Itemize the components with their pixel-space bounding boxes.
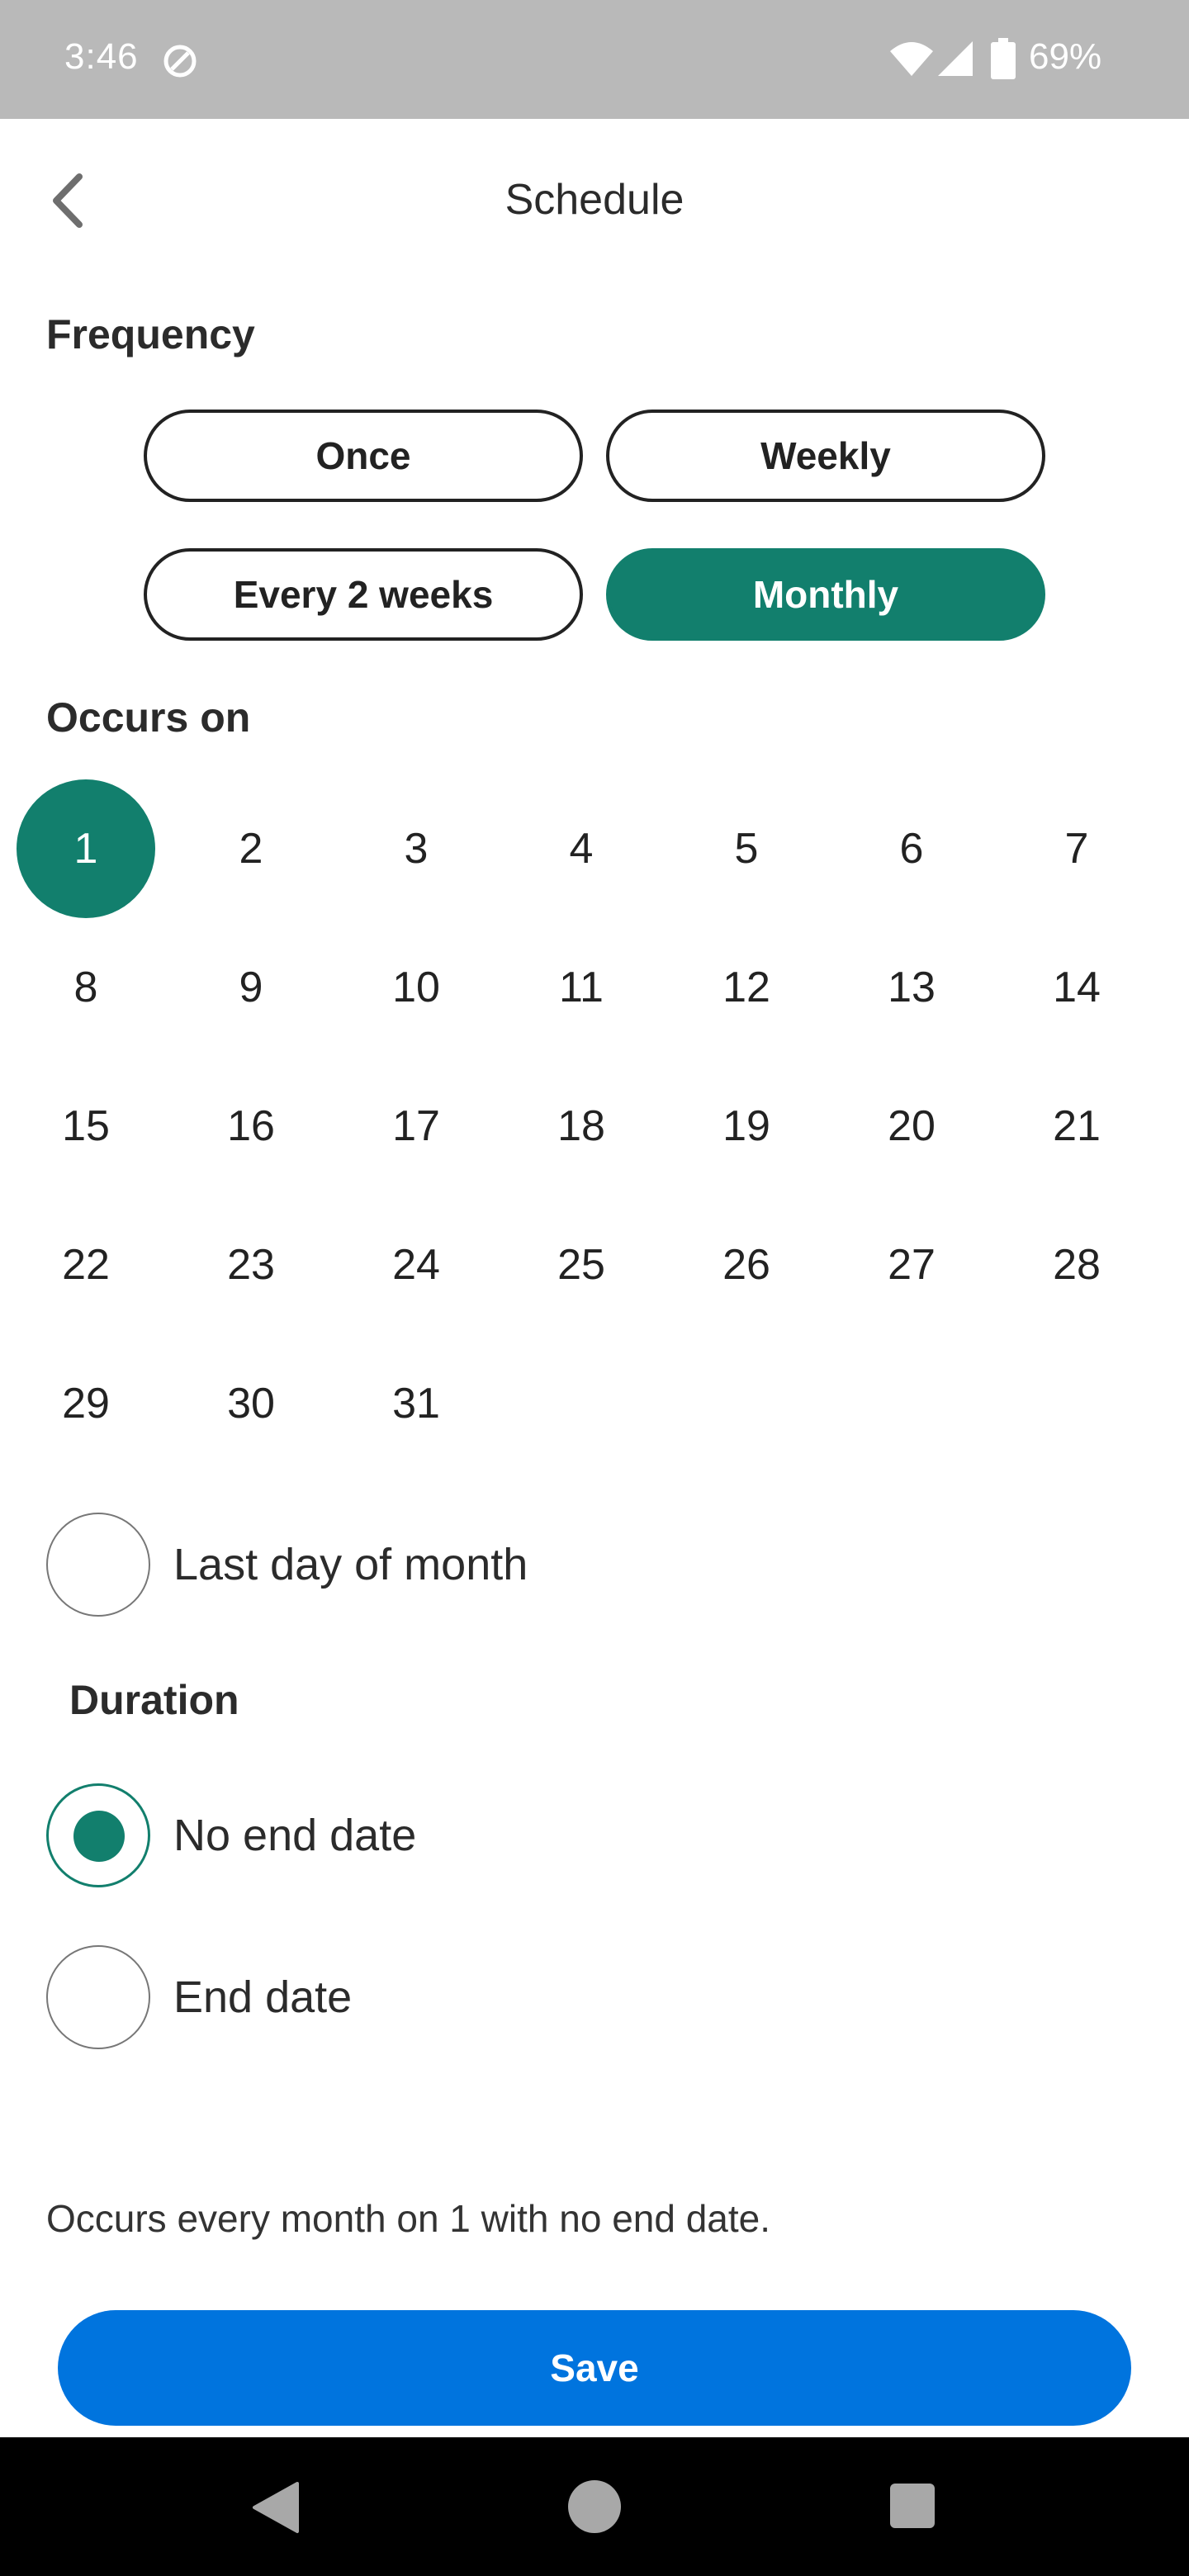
nav-back-icon[interactable]	[251, 2480, 301, 2535]
day-16[interactable]: 16	[182, 1057, 320, 1196]
duration-label: Duration	[69, 1677, 239, 1723]
day-26[interactable]: 26	[677, 1196, 816, 1334]
day-20[interactable]: 20	[842, 1057, 981, 1196]
day-2[interactable]: 2	[182, 779, 320, 918]
day-28[interactable]: 28	[1007, 1196, 1146, 1334]
day-8[interactable]: 8	[17, 918, 155, 1057]
frequency-monthly-button[interactable]: Monthly	[606, 548, 1045, 641]
do-not-disturb-icon	[163, 45, 197, 78]
last-day-of-month-radio[interactable]	[46, 1513, 150, 1617]
schedule-summary: Occurs every month on 1 with no end date…	[46, 2197, 771, 2240]
occurs-on-label: Occurs on	[46, 694, 251, 741]
day-3[interactable]: 3	[347, 779, 486, 918]
wifi-icon	[890, 42, 933, 76]
day-17[interactable]: 17	[347, 1057, 486, 1196]
day-31[interactable]: 31	[347, 1334, 486, 1473]
save-button[interactable]: Save	[58, 2310, 1131, 2426]
day-15[interactable]: 15	[17, 1057, 155, 1196]
day-1[interactable]: 1	[17, 779, 155, 918]
day-24[interactable]: 24	[347, 1196, 486, 1334]
day-9[interactable]: 9	[182, 918, 320, 1057]
day-12[interactable]: 12	[677, 918, 816, 1057]
nav-home-icon[interactable]	[566, 2479, 623, 2535]
day-6[interactable]: 6	[842, 779, 981, 918]
day-13[interactable]: 13	[842, 918, 981, 1057]
day-10[interactable]: 10	[347, 918, 486, 1057]
status-bar: 3:46 69%	[0, 0, 1189, 119]
system-nav-bar	[0, 2437, 1189, 2576]
frequency-weekly-button[interactable]: Weekly	[606, 410, 1045, 502]
status-time: 3:46	[64, 36, 139, 77]
frequency-label: Frequency	[46, 311, 255, 358]
no-end-date-radio[interactable]	[46, 1783, 150, 1887]
day-5[interactable]: 5	[677, 779, 816, 918]
day-18[interactable]: 18	[512, 1057, 651, 1196]
signal-icon	[938, 41, 973, 76]
day-19[interactable]: 19	[677, 1057, 816, 1196]
day-14[interactable]: 14	[1007, 918, 1146, 1057]
frequency-once-button[interactable]: Once	[144, 410, 583, 502]
end-date-radio[interactable]	[46, 1945, 150, 2049]
page-title: Schedule	[504, 176, 685, 224]
day-30[interactable]: 30	[182, 1334, 320, 1473]
battery-icon	[991, 38, 1016, 79]
day-7[interactable]: 7	[1007, 779, 1146, 918]
day-29[interactable]: 29	[17, 1334, 155, 1473]
day-23[interactable]: 23	[182, 1196, 320, 1334]
day-21[interactable]: 21	[1007, 1057, 1146, 1196]
no-end-date-label: No end date	[173, 1811, 417, 1860]
day-11[interactable]: 11	[512, 918, 651, 1057]
last-day-of-month-label: Last day of month	[173, 1540, 528, 1589]
day-4[interactable]: 4	[512, 779, 651, 918]
day-22[interactable]: 22	[17, 1196, 155, 1334]
battery-percent: 69%	[1029, 36, 1102, 77]
nav-recents-icon[interactable]	[888, 2482, 936, 2530]
day-27[interactable]: 27	[842, 1196, 981, 1334]
frequency-every-2-weeks-button[interactable]: Every 2 weeks	[144, 548, 583, 641]
end-date-label: End date	[173, 1972, 353, 2022]
day-25[interactable]: 25	[512, 1196, 651, 1334]
